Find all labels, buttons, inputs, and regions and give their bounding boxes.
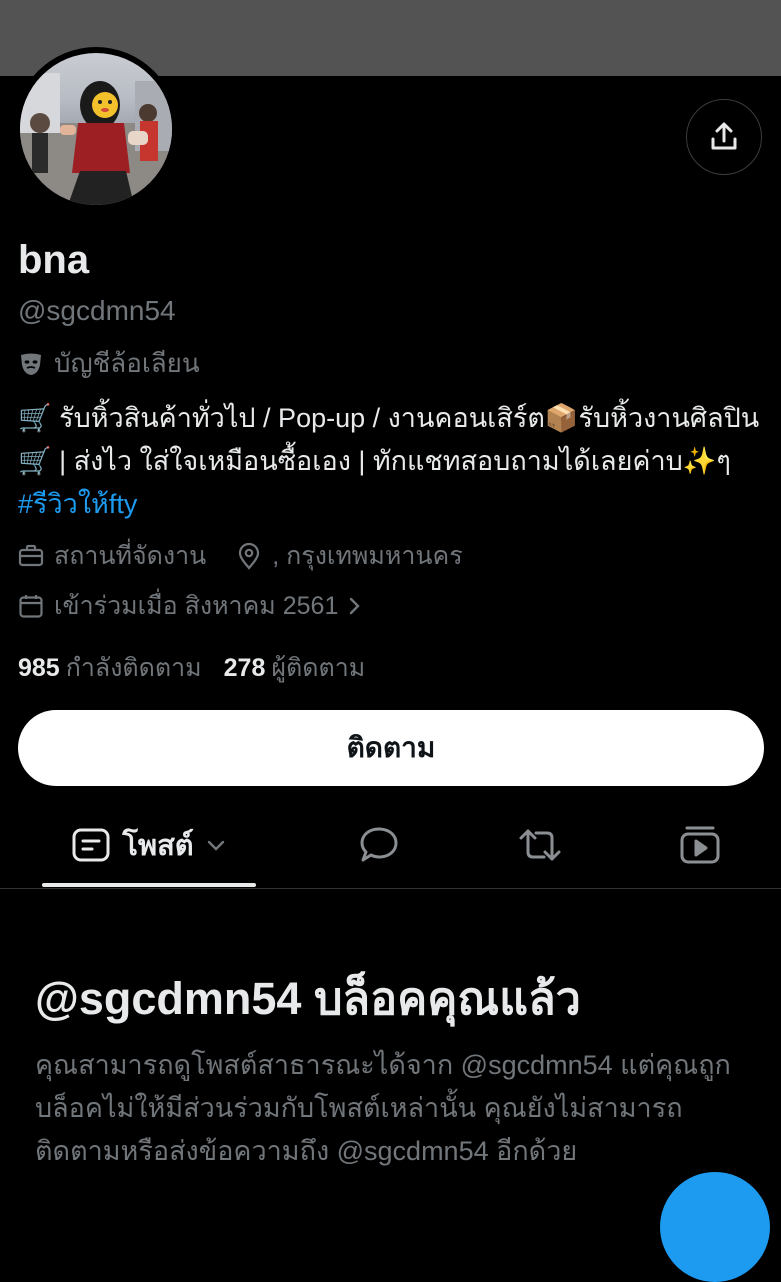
followers-label: ผู้ติดตาม [271, 654, 366, 682]
location-text: , กรุงเทพมหานคร [272, 542, 463, 570]
blocked-title: @sgcdmn54 บล็อคคุณแล้ว [35, 973, 581, 1024]
profile-handle: @sgcdmn54 [18, 295, 176, 326]
parody-label: บัญชีล้อเลียน [18, 343, 200, 384]
bio-text: 🛒 รับหิ้วสินค้าทั่วไป / Pop-up / งานคอนเ… [18, 403, 760, 476]
category-text: สถานที่จัดงาน [54, 542, 207, 570]
briefcase-icon [18, 543, 44, 569]
blocked-message: คุณสามารถดูโพสต์สาธารณะได้จาก @sgcdmn54 … [35, 1050, 731, 1166]
tab-posts[interactable]: โพสต์ [42, 818, 256, 872]
tab-posts-label: โพสต์ [122, 830, 194, 862]
parody-text: บัญชีล้อเลียน [54, 348, 200, 378]
following-label: กำลังติดตาม [65, 654, 202, 682]
chevron-right-icon [348, 595, 362, 617]
profile-tabs: โพสต์ [0, 800, 781, 889]
tab-replies[interactable] [340, 818, 418, 872]
joined-item[interactable]: เข้าร่วมเมื่อ สิงหาคม 2561 [18, 586, 362, 626]
follow-stats: 985 กำลังติดตาม 278 ผู้ติดตาม [18, 648, 365, 688]
profile-meta-row: สถานที่จัดงาน , กรุงเทพมหานคร [18, 536, 493, 576]
tab-media[interactable] [660, 818, 740, 872]
calendar-icon [18, 593, 44, 619]
joined-row[interactable]: เข้าร่วมเมื่อ สิงหาคม 2561 [18, 586, 392, 626]
followers-count: 278 [223, 654, 266, 682]
following-stat[interactable]: 985 กำลังติดตาม [18, 648, 202, 688]
location-pin-icon [236, 542, 262, 570]
posts-icon [72, 828, 110, 862]
repost-icon [517, 826, 563, 864]
chevron-down-icon [206, 838, 226, 852]
following-count: 985 [18, 654, 60, 682]
share-icon [708, 121, 740, 153]
reply-bubble-icon [358, 825, 400, 865]
share-button[interactable] [686, 99, 762, 175]
compose-button[interactable] [660, 1172, 770, 1282]
follow-button[interactable]: ติดตาม [18, 710, 764, 786]
bio-hashtag-link[interactable]: #รีวิวให้fty [18, 489, 137, 519]
location-item: , กรุงเทพมหานคร [236, 536, 463, 576]
category-item: สถานที่จัดงาน [18, 536, 206, 576]
avatar-photo [20, 53, 172, 205]
avatar[interactable] [14, 47, 178, 211]
profile-name: bna [18, 238, 90, 282]
tab-reposts[interactable] [500, 818, 580, 872]
active-tab-indicator [42, 883, 256, 887]
joined-text: เข้าร่วมเมื่อ สิงหาคม 2561 [54, 592, 339, 620]
media-icon [679, 825, 721, 865]
profile-bio: 🛒 รับหิ้วสินค้าทั่วไป / Pop-up / งานคอนเ… [18, 397, 763, 526]
theater-mask-icon [18, 351, 44, 377]
followers-stat[interactable]: 278 ผู้ติดตาม [224, 648, 366, 688]
